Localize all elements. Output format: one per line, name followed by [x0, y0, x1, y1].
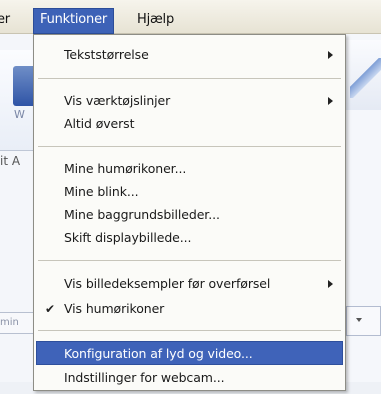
menubar-item-funktioner[interactable]: Funktioner	[33, 8, 115, 34]
menu-item-label: Tekststørrelse	[64, 47, 149, 62]
menu-item-altid-overst[interactable]: Altid øverst	[36, 112, 343, 136]
menu-item-label: Skift displaybillede...	[64, 230, 192, 245]
menu-item-label: Konfiguration af lyd og video...	[64, 346, 253, 361]
background-dropdown-field[interactable]	[346, 306, 381, 336]
menu-item-vis-humorikoner[interactable]: ✔ Vis humørikoner	[36, 297, 343, 321]
background-field-left[interactable]: min	[0, 312, 33, 334]
menu-item-indstillinger-webcam[interactable]: Indstillinger for webcam...	[36, 366, 343, 390]
menu-item-tekststorrelse[interactable]: Tekststørrelse	[36, 43, 343, 67]
submenu-arrow-icon	[328, 51, 333, 59]
menu-item-label: Mine blink...	[64, 184, 139, 199]
menu-item-label: Indstillinger for webcam...	[64, 370, 225, 385]
menu-item-mine-humorikoner[interactable]: Mine humørikoner...	[36, 157, 343, 181]
menu-separator	[38, 330, 341, 331]
menu-separator	[38, 260, 341, 261]
background-toolbar-label: W	[14, 108, 25, 121]
menu-item-label: Vis billedeksempler før overførsel	[64, 276, 271, 291]
menu-bar: er Funktioner Hjælp	[0, 0, 381, 34]
menubar-item-hjaelp[interactable]: Hjælp	[137, 9, 174, 33]
menu-item-skift-displaybillede[interactable]: Skift displaybillede...	[36, 226, 343, 250]
menu-item-mine-baggrundsbilleder[interactable]: Mine baggrundsbilleder...	[36, 203, 343, 227]
menu-item-vis-vaerktojslinjer[interactable]: Vis værktøjslinjer	[36, 89, 343, 113]
menu-item-label: Vis værktøjslinjer	[64, 93, 171, 108]
submenu-arrow-icon	[328, 97, 333, 105]
menu-item-konfiguration-lyd-video[interactable]: Konfiguration af lyd og video...	[36, 341, 343, 365]
menubar-item-previous[interactable]: er	[0, 9, 10, 33]
menu-separator	[38, 78, 341, 79]
menu-item-mine-blink[interactable]: Mine blink...	[36, 180, 343, 204]
background-divider	[0, 150, 33, 151]
menu-item-vis-billedeksempler[interactable]: Vis billedeksempler før overførsel	[36, 272, 343, 296]
background-toolbar-button[interactable]	[13, 66, 33, 106]
checkmark-icon: ✔	[45, 302, 55, 316]
menu-item-label: Altid øverst	[64, 116, 135, 131]
menu-item-label: Vis humørikoner	[64, 301, 165, 316]
submenu-arrow-icon	[328, 280, 333, 288]
background-tab-text: it A	[0, 154, 21, 168]
menu-separator	[38, 146, 341, 147]
funktioner-dropdown-menu: Tekststørrelse Vis værktøjslinjer Altid …	[33, 34, 346, 391]
chevron-down-icon[interactable]	[356, 318, 362, 322]
screenshot-stage: W it A min er Funktioner Hjælp Tekststør…	[0, 0, 381, 394]
menu-item-label: Mine baggrundsbilleder...	[64, 207, 220, 222]
background-accent-graphic	[350, 58, 381, 98]
menu-item-label: Mine humørikoner...	[64, 161, 187, 176]
